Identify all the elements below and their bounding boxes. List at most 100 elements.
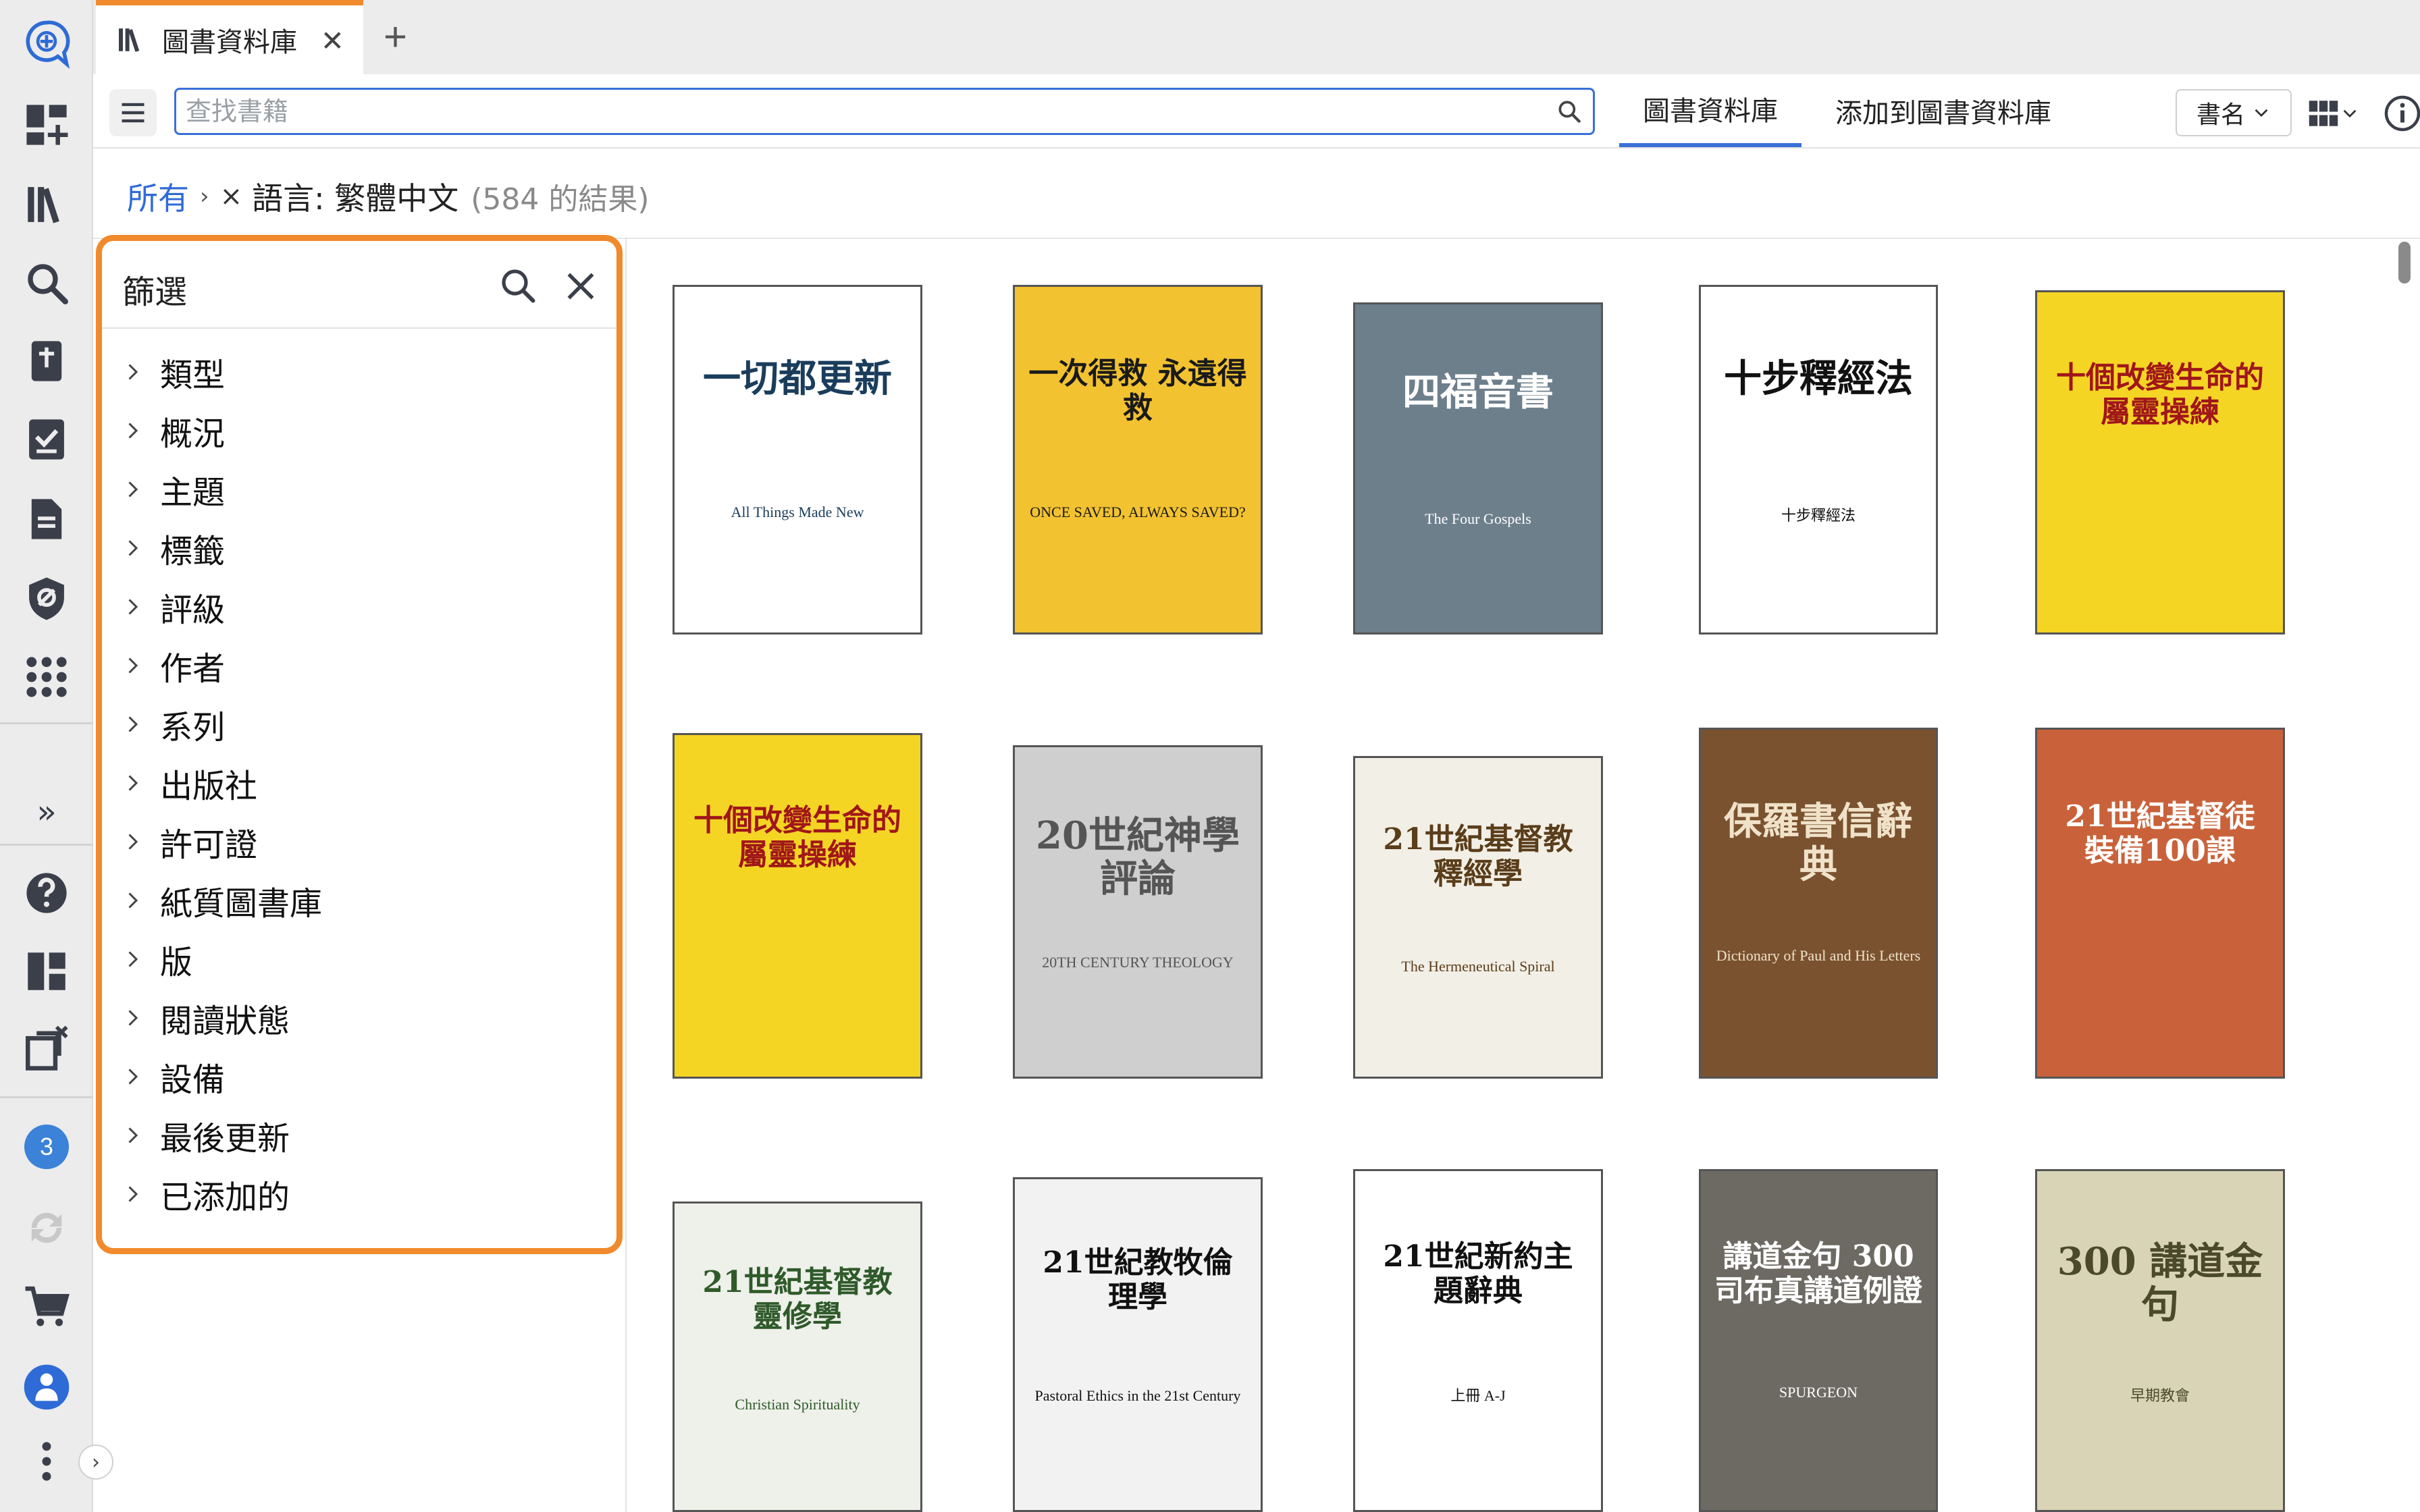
remove-filter-button[interactable]: ×	[220, 181, 243, 212]
book-cover[interactable]: 一次得救 永遠得救 ONCE SAVED, ALWAYS SAVED?	[1013, 285, 1263, 634]
account-icon[interactable]	[16, 1357, 77, 1418]
checklist-icon[interactable]	[16, 409, 77, 470]
view-toggle[interactable]	[2307, 94, 2367, 132]
collapse-rail-button[interactable]: ›	[78, 1444, 113, 1480]
rail-divider	[0, 1096, 93, 1098]
layout-icon[interactable]	[16, 941, 77, 1002]
book-cover[interactable]: 21世紀基督教靈修學 Christian Spirituality	[673, 1202, 922, 1512]
book-cover[interactable]: 十步釋經法 十步釋經法	[1699, 285, 1938, 634]
more-vertical-icon[interactable]	[16, 1431, 77, 1492]
book-subtitle: All Things Made New	[731, 504, 864, 520]
shield-icon[interactable]	[16, 568, 77, 629]
filter-category[interactable]: 主題	[102, 460, 616, 518]
tab-library-view[interactable]: 圖書資料庫	[1619, 74, 1801, 147]
chevron-right-icon	[128, 892, 138, 909]
book-cover[interactable]: 十個改變生命的屬靈操練	[2035, 290, 2285, 634]
book-subtitle: Dictionary of Paul and His Letters	[1716, 947, 1921, 964]
book-subtitle: Pastoral Ethics in the 21st Century	[1034, 1387, 1241, 1404]
close-tab-icon[interactable]: ✕	[321, 24, 344, 57]
chevron-right-icon	[128, 1185, 138, 1202]
search-icon[interactable]	[1555, 97, 1583, 126]
book-cover[interactable]: 300 講道金句 早期教會	[2035, 1169, 2285, 1512]
document-icon[interactable]	[16, 489, 77, 549]
book-cover[interactable]: 講道金句 300 司布真講道例證 SPURGEON	[1699, 1169, 1938, 1512]
filter-category[interactable]: 評級	[102, 577, 616, 636]
filter-category-label: 閱讀狀態	[160, 1002, 290, 1040]
filter-category[interactable]: 概況	[102, 401, 616, 460]
info-icon	[2384, 95, 2420, 132]
filter-list: 類型 概況主題標籤評級作者 系列 出版社許可證紙質圖書庫版閱讀狀態設備 最後更新已添加的	[102, 342, 616, 1223]
filter-category[interactable]: 設備	[102, 1047, 616, 1106]
dashboard-add-icon[interactable]	[16, 94, 77, 155]
book-title: 一次得救 永遠得救	[1028, 356, 1247, 425]
filter-category[interactable]: 系列	[102, 695, 616, 753]
filter-category[interactable]: 紙質圖書庫	[102, 871, 616, 929]
scrollbar-thumb[interactable]	[2398, 242, 2411, 284]
book-cover[interactable]: 21世紀新約主題辭典 上冊 A-J	[1353, 1169, 1603, 1512]
book-cover[interactable]: 十個改變生命的屬靈操練	[673, 733, 922, 1079]
book-title: 講道金句 300 司布真講道例證	[1714, 1239, 1922, 1308]
chevron-right-icon	[128, 1009, 138, 1026]
help-icon[interactable]	[16, 863, 77, 923]
library-icon[interactable]	[16, 174, 77, 235]
filter-category-label: 標籤	[160, 532, 226, 570]
chevron-right-icon	[128, 539, 138, 556]
apps-grid-icon[interactable]	[16, 647, 77, 707]
add-tab-button[interactable]: +	[384, 14, 407, 60]
book-title: 21世紀基督徒裝備100課	[2065, 799, 2255, 868]
scrollbar[interactable]	[2396, 240, 2413, 1512]
chevron-right-icon	[128, 774, 138, 791]
search-box[interactable]	[174, 88, 1595, 135]
filter-category[interactable]: 閱讀狀態	[102, 988, 616, 1047]
book-title: 21世紀新約主題辭典	[1383, 1239, 1573, 1308]
logos-home-icon[interactable]	[16, 14, 77, 74]
book-title: 300 講道金句	[2057, 1239, 2263, 1328]
filter-category[interactable]: 標籤	[102, 518, 616, 577]
book-title: 十個改變生命的屬靈操練	[693, 803, 901, 872]
filter-category-label: 主題	[160, 473, 226, 512]
rail-divider	[0, 844, 93, 846]
book-cover[interactable]: 四福音書 The Four Gospels	[1353, 302, 1603, 634]
panel-divider	[625, 238, 627, 1512]
bible-icon[interactable]	[16, 331, 77, 392]
sort-dropdown[interactable]: 書名	[2176, 89, 2292, 136]
close-icon[interactable]	[562, 268, 599, 304]
tab-add-to-library[interactable]: 添加到圖書資料庫	[1815, 74, 2072, 147]
filter-category-label: 評級	[160, 591, 226, 629]
sync-icon[interactable]	[16, 1197, 77, 1258]
result-count: (584 的結果)	[471, 182, 650, 217]
search-input[interactable]	[186, 97, 1555, 126]
search-icon[interactable]	[498, 265, 538, 306]
hamburger-icon	[122, 103, 144, 123]
book-cover[interactable]: 21世紀基督徒裝備100課	[2035, 728, 2285, 1079]
info-button[interactable]	[2382, 93, 2420, 134]
book-cover[interactable]: 21世紀基督教釋經學 The Hermeneutical Spiral	[1353, 756, 1603, 1079]
book-cover[interactable]: 20世紀神學評論 20TH CENTURY THEOLOGY	[1013, 745, 1263, 1079]
filter-category[interactable]: 版	[102, 929, 616, 988]
menu-button[interactable]	[109, 89, 157, 136]
tab-library[interactable]: 圖書資料庫 ✕	[96, 0, 363, 74]
book-title: 21世紀教牧倫理學	[1043, 1245, 1233, 1314]
filter-category[interactable]: 已添加的	[102, 1164, 616, 1223]
filter-category[interactable]: 類型	[102, 342, 616, 401]
tab-label: 圖書資料庫	[162, 27, 297, 58]
book-cover[interactable]: 21世紀教牧倫理學 Pastoral Ethics in the 21st Cen…	[1013, 1177, 1263, 1512]
breadcrumb-all-link[interactable]: 所有	[127, 174, 189, 219]
close-panels-icon[interactable]	[16, 1018, 77, 1079]
filter-category[interactable]: 最後更新	[102, 1106, 616, 1164]
chevron-right-icon	[128, 716, 138, 732]
filter-category[interactable]: 許可證	[102, 812, 616, 871]
breadcrumb: 所有 › × 語言: 繁體中文 (584 的結果)	[127, 173, 650, 220]
book-cover[interactable]: 保羅書信辭典 Dictionary of Paul and His Letters	[1699, 728, 1938, 1079]
filter-category[interactable]: 作者	[102, 636, 616, 695]
expand-rail-button[interactable]: »	[16, 782, 77, 842]
left-rail: » 3	[0, 0, 93, 1512]
filter-category-label: 已添加的	[160, 1178, 290, 1216]
notification-badge[interactable]: 3	[24, 1125, 69, 1169]
filter-category[interactable]: 出版社	[102, 753, 616, 812]
search-icon[interactable]	[16, 252, 77, 313]
filter-category-label: 許可證	[160, 826, 258, 864]
filter-panel: 篩選 類型 概況 主題 標籤 評級 作者 系列 出版社 許可證 紙質圖書庫版閱讀狀態 設備 最後更新已…	[96, 235, 623, 1254]
book-cover[interactable]: 一切都更新 All Things Made New	[673, 285, 922, 634]
cart-icon[interactable]	[16, 1276, 77, 1336]
